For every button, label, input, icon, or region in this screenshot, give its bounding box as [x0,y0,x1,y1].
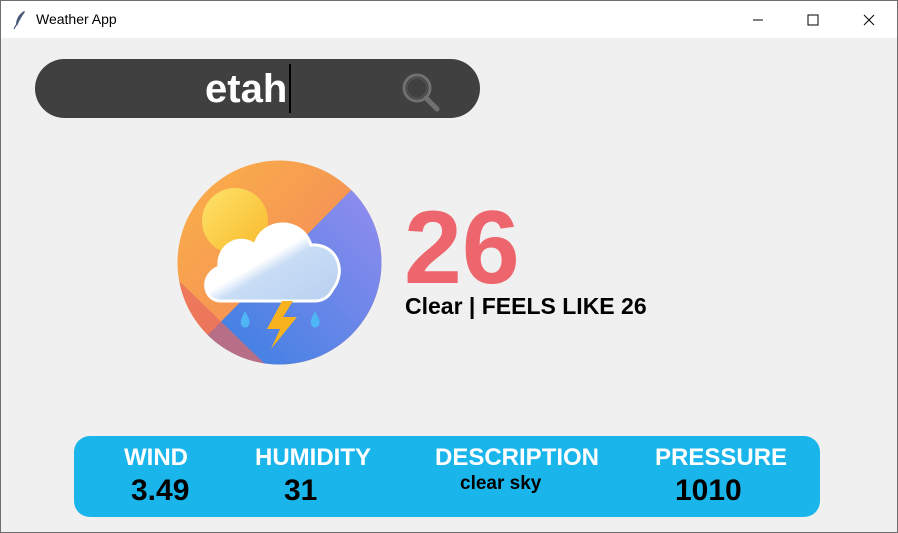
weather-details-bar: WIND 3.49 HUMIDITY 31 DESCRIPTION clear … [74,436,820,517]
feather-icon [13,11,25,30]
window-title: Weather App [36,11,117,27]
minimize-button[interactable] [735,1,781,38]
search-input[interactable]: etah [205,67,287,111]
description-label: DESCRIPTION [435,444,600,471]
maximize-icon [807,14,819,25]
search-bar[interactable]: etah [35,59,480,118]
search-icon[interactable] [400,71,442,113]
pressure-label: PRESSURE [655,444,788,471]
wind-value: 3.49 [131,474,190,507]
temperature-value: 26 [404,196,520,288]
humidity-label: HUMIDITY [255,444,371,471]
humidity-value: 31 [284,474,318,507]
weather-logo-icon [177,160,382,365]
maximize-button[interactable] [790,1,836,38]
text-caret [289,64,291,113]
close-button[interactable] [846,1,892,38]
title-bar[interactable]: Weather App [1,1,897,38]
pressure-value: 1010 [675,474,742,507]
wind-label: WIND [124,444,188,471]
minimize-icon [753,19,763,20]
close-icon [863,14,875,25]
condition-text: Clear | FEELS LIKE 26 [405,293,647,319]
description-value: clear sky [460,473,542,494]
